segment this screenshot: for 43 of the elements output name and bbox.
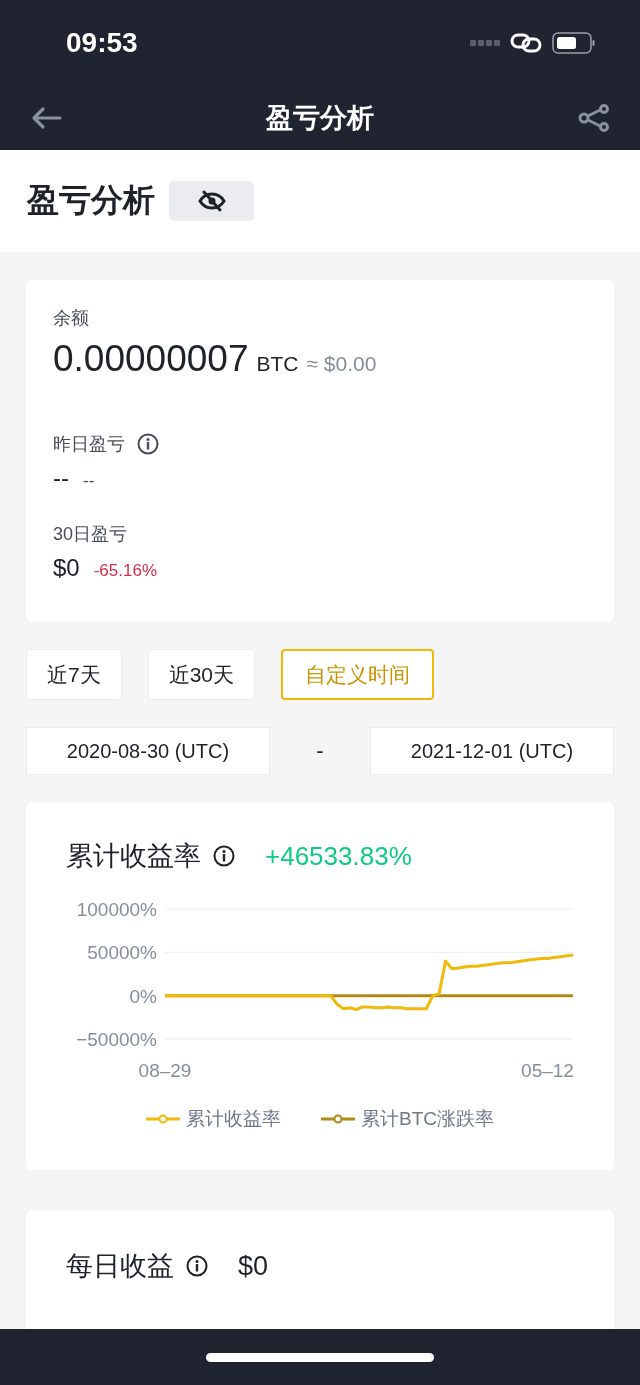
- y-axis-label: 50000%: [87, 942, 157, 964]
- x-axis-label: 05–12: [521, 1060, 574, 1081]
- cumulative-return-value: +46533.83%: [265, 840, 412, 872]
- section-title: 盈亏分析: [27, 181, 155, 220]
- legend-label: 累计BTC涨跌率: [361, 1107, 494, 1131]
- daily-value: $0: [238, 1250, 269, 1282]
- range-tab[interactable]: 近30天: [147, 649, 256, 700]
- info-icon[interactable]: [186, 1255, 208, 1277]
- daily-title: 每日收益: [66, 1250, 174, 1283]
- y-axis-label: 100000%: [76, 899, 157, 920]
- y-axis-label: −50000%: [76, 1029, 157, 1050]
- home-indicator[interactable]: [206, 1352, 434, 1362]
- page-title: 盈亏分析: [266, 101, 374, 135]
- share-icon[interactable]: [578, 103, 610, 132]
- signal-icon: [470, 39, 500, 46]
- date-separator: -: [316, 738, 324, 764]
- balance-label: 余额: [53, 307, 89, 330]
- status-time: 09:53: [66, 26, 138, 59]
- back-arrow-icon[interactable]: [30, 105, 62, 130]
- yesterday-pnl-value: --: [53, 464, 69, 492]
- y-axis-label: 0%: [129, 985, 157, 1007]
- eye-off-icon: [197, 190, 226, 212]
- legend-marker-icon: [321, 1114, 355, 1124]
- balance-usd: ≈ $0.00: [306, 352, 377, 376]
- thirty-day-pnl-label: 30日盈亏: [53, 523, 128, 546]
- info-icon[interactable]: [137, 433, 159, 455]
- start-date-field[interactable]: 2020-08-30 (UTC): [26, 727, 270, 775]
- end-date-field[interactable]: 2021-12-01 (UTC): [370, 727, 614, 775]
- link-icon: [510, 31, 542, 54]
- range-tab[interactable]: 近7天: [26, 649, 122, 700]
- battery-icon: [552, 31, 596, 54]
- legend-marker-icon: [146, 1114, 180, 1124]
- yesterday-pnl-label: 昨日盈亏: [53, 433, 125, 456]
- balance-unit: BTC: [256, 352, 299, 376]
- hide-balance-button[interactable]: [169, 181, 254, 221]
- chart-title: 累计收益率: [66, 840, 201, 873]
- balance-value: 0.00000007: [53, 338, 249, 380]
- info-icon[interactable]: [213, 845, 235, 867]
- yesterday-pnl-percent: --: [83, 471, 95, 491]
- thirty-day-pnl-percent: -65.16%: [93, 561, 158, 581]
- legend-label: 累计收益率: [186, 1107, 281, 1131]
- thirty-day-pnl-value: $0: [53, 554, 80, 582]
- x-axis-label: 08–29: [138, 1060, 192, 1081]
